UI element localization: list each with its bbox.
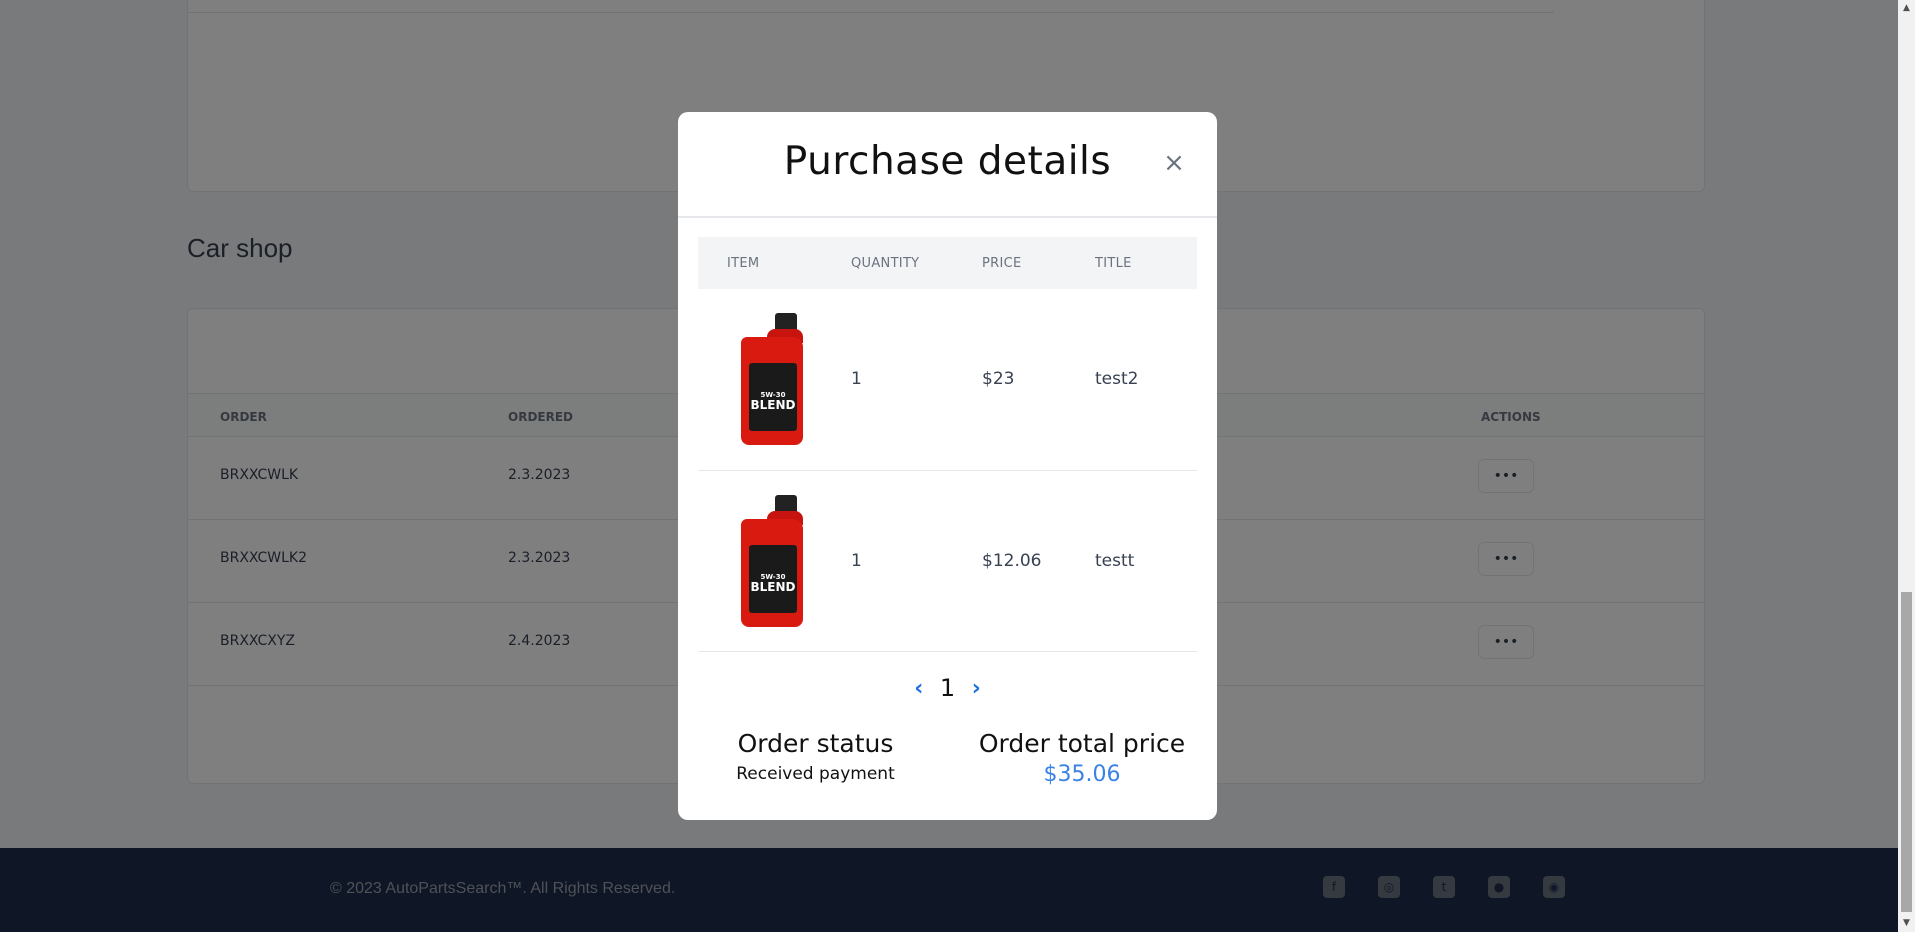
col-price: PRICE xyxy=(982,255,1022,271)
item-title: testt xyxy=(1095,470,1197,652)
table-row: 5W-30 BLEND 1 $23 test2 xyxy=(698,289,1197,471)
scroll-down-arrow-icon[interactable]: ▼ xyxy=(1898,915,1915,932)
current-page-number: 1 xyxy=(939,674,956,702)
table-row: 5W-30 BLEND 1 $12.06 testt xyxy=(698,470,1197,652)
scrollbar-thumb[interactable] xyxy=(1901,592,1912,912)
order-status: Order status Received payment xyxy=(698,729,933,784)
close-icon[interactable]: × xyxy=(1160,149,1188,177)
purchase-items-table: ITEM QUANTITY PRICE TITLE 5W-30 BLEND 1 $… xyxy=(698,237,1197,652)
purchase-details-modal: Purchase details × ITEM QUANTITY PRICE T… xyxy=(678,112,1217,820)
col-item: ITEM xyxy=(727,255,760,271)
chevron-right-icon[interactable]: › xyxy=(966,676,986,701)
table-header-row: ITEM QUANTITY PRICE TITLE xyxy=(698,237,1197,289)
motor-oil-bottle-image: 5W-30 BLEND xyxy=(727,490,809,631)
pagination: ‹ 1 › xyxy=(678,674,1217,704)
item-price: $23 xyxy=(982,289,1095,471)
item-quantity: 1 xyxy=(851,470,982,652)
order-status-label: Order status xyxy=(737,729,894,758)
modal-header: Purchase details × xyxy=(678,112,1217,218)
modal-title: Purchase details xyxy=(783,139,1112,184)
item-quantity: 1 xyxy=(851,289,982,471)
chevron-left-icon[interactable]: ‹ xyxy=(909,676,929,701)
order-total-value: $35.06 xyxy=(1043,762,1121,787)
col-quantity: QUANTITY xyxy=(851,255,920,271)
col-title: TITLE xyxy=(1095,255,1132,271)
order-total: Order total price $35.06 xyxy=(966,729,1198,787)
order-summary: Order status Received payment Order tota… xyxy=(678,729,1217,809)
item-title: test2 xyxy=(1095,289,1197,471)
item-price: $12.06 xyxy=(982,470,1095,652)
page-scrollbar[interactable]: ▲ ▼ xyxy=(1898,0,1915,932)
order-total-label: Order total price xyxy=(978,729,1186,758)
scroll-up-arrow-icon[interactable]: ▲ xyxy=(1898,0,1915,17)
motor-oil-bottle-image: 5W-30 BLEND xyxy=(727,309,809,450)
order-status-value: Received payment xyxy=(736,764,895,784)
